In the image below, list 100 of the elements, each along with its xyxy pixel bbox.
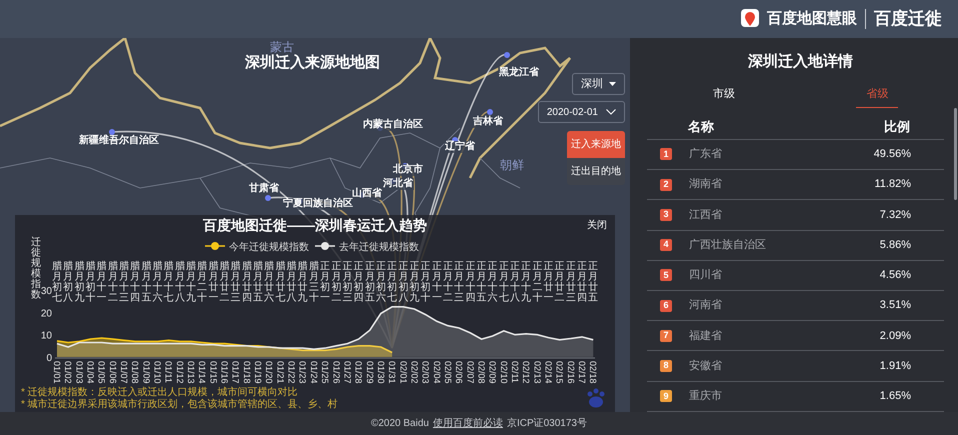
- lunar-date-label: 正月十四: [465, 261, 476, 304]
- chart-title: 百度地图迁徙——深圳春运迁入趋势: [203, 216, 427, 234]
- date-select[interactable]: 2020-02-01: [538, 101, 625, 123]
- paw-logo-icon: [585, 388, 607, 408]
- table-cell-text: 江西省: [689, 208, 722, 223]
- table-cell-text: 49.56%: [874, 147, 911, 162]
- table-cell-text: 广东省: [689, 146, 722, 162]
- table-cell-text: 安徽省: [689, 358, 722, 374]
- table-cell-text: 1.65%: [880, 389, 911, 404]
- map-pin-icon: [741, 9, 759, 29]
- lunar-date-label: 正月十五: [476, 261, 486, 304]
- lunar-date-label: 正月初九: [409, 261, 420, 304]
- lunar-date-label: 腊月十七: [164, 261, 174, 304]
- axis-tick-label: 01/14: [197, 361, 208, 384]
- lunar-date-label: 腊月二十: [197, 261, 208, 304]
- lunar-date-label: 正月廿二: [554, 261, 565, 304]
- table-cell-text: 四川省: [689, 268, 722, 284]
- lunar-date-label: 正月初七: [387, 261, 398, 304]
- caret-icon: [609, 82, 616, 86]
- axis-tick-label: 01/01: [52, 361, 62, 384]
- axis-tick-label: 01/16: [220, 361, 230, 384]
- axis-tick-label: 01/17: [230, 361, 241, 384]
- lunar-date-label: 腊月十八: [174, 261, 185, 304]
- lunar-date-label: 腊月初十: [86, 261, 96, 304]
- axis-tick-label: 02/11: [510, 361, 520, 383]
- lunar-date-label: 正月廿四: [577, 261, 587, 304]
- column-header: 名称: [688, 118, 714, 136]
- lunar-date-label: 正月初二: [331, 261, 342, 304]
- lunar-date-label: 正月十二: [442, 261, 453, 304]
- axis-tick-label: 01/12: [174, 361, 185, 384]
- axis-tick-label: 01/03: [74, 361, 84, 384]
- axis-tick-label: 01/20: [264, 361, 274, 384]
- axis-tick-label: 20: [40, 308, 52, 320]
- axis-tick-label: 01/13: [186, 361, 196, 384]
- legend-label: 今年迁徙规模指数: [229, 241, 309, 253]
- axis-tick-label: 02/13: [532, 361, 542, 384]
- level-tab[interactable]: 省级: [800, 86, 954, 114]
- rank-badge: 6: [660, 300, 672, 312]
- table-cell-text: 3.51%: [880, 298, 911, 314]
- lunar-date-label: 腊月十一: [96, 261, 107, 304]
- lunar-date-label: 腊月廿八: [286, 261, 297, 304]
- axis-tick-label: 02/10: [498, 361, 509, 384]
- axis-tick-label: 02/06: [454, 361, 464, 384]
- level-tab[interactable]: 市级: [647, 86, 800, 114]
- lunar-date-label: 腊月十三: [119, 261, 130, 304]
- lunar-date-label: 腊月廿三: [230, 261, 241, 304]
- axis-tick-label: 01/11: [164, 361, 174, 383]
- axis-tick-label: 01/21: [275, 361, 286, 384]
- place-label: 辽宁省: [444, 141, 476, 153]
- axis-tick-label: 02/02: [409, 361, 420, 384]
- axis-tick-label: 01/07: [119, 361, 130, 384]
- rank-badge: 2: [660, 178, 672, 191]
- axis-tick-label: 01/19: [253, 361, 264, 384]
- table-cell-text: 11.82%: [874, 177, 911, 192]
- lunar-date-label: 正月初一: [320, 261, 330, 304]
- city-select[interactable]: 深圳: [572, 73, 625, 95]
- lunar-date-label: 正月二十: [532, 261, 542, 304]
- mode-button[interactable]: 迁出目的地: [567, 158, 625, 185]
- table-cell-text: 福建省: [689, 328, 722, 344]
- lunar-date-label: 腊月廿六: [264, 261, 274, 304]
- axis-tick-label: 01/06: [108, 361, 118, 384]
- lunar-date-label: 腊月廿七: [275, 261, 286, 304]
- rank-badge: 7: [660, 330, 672, 342]
- lunar-date-label: 正月十七: [498, 261, 509, 304]
- lunar-date-label: 正月廿一: [543, 261, 554, 304]
- axis-tick-label: 01/18: [242, 361, 252, 384]
- axis-title: 迁徙规模指数: [31, 237, 41, 300]
- lunar-date-label: 正月初八: [398, 261, 408, 304]
- axis-tick-label: 01/30: [376, 361, 386, 384]
- axis-tick-label: 01/08: [130, 361, 140, 384]
- legend-label: 去年迁徙规模指数: [339, 241, 419, 253]
- place-label: 黑龙江省: [498, 67, 540, 79]
- rank-badge: 3: [660, 208, 672, 221]
- axis-tick-label: 02/05: [442, 361, 453, 384]
- lunar-date-label: 正月十九: [521, 261, 532, 304]
- lunar-date-label: 腊月廿五: [253, 261, 264, 304]
- axis-tick-label: 02/03: [420, 361, 431, 384]
- table-cell-text: 5.86%: [880, 238, 911, 253]
- table-cell-text: 河南省: [689, 298, 722, 314]
- copyright-text: ©2020 Baidu: [370, 417, 429, 431]
- axis-tick-label: 01/26: [331, 361, 342, 384]
- axis-tick-label: 02/12: [521, 361, 532, 384]
- terms-link[interactable]: 使用百度前必读: [432, 416, 503, 431]
- map-title: 深圳迁入来源地地图: [245, 53, 380, 73]
- axis-tick-label: 01/10: [152, 361, 163, 384]
- close-button[interactable]: 关闭: [587, 218, 607, 233]
- lunar-date-label: 腊月初九: [74, 261, 84, 304]
- place-label: 内蒙古自治区: [362, 119, 424, 131]
- place-label: 朝鲜: [500, 157, 524, 174]
- axis-tick-label: 01/22: [286, 361, 297, 384]
- axis-tick-label: 02/15: [554, 361, 565, 384]
- axis-tick-label: 02/09: [488, 361, 498, 384]
- lunar-date-label: 腊月十五: [141, 261, 152, 304]
- mode-button[interactable]: 迁入来源地: [567, 131, 625, 158]
- lunar-date-label: 正月初六: [376, 261, 386, 304]
- axis-tick-label: 02/18: [588, 361, 598, 384]
- table-cell-text: 湖南省: [689, 177, 722, 192]
- axis-tick-label: 01/04: [86, 361, 96, 384]
- axis-tick-label: 01/28: [354, 361, 364, 384]
- license-text: 京ICP证030173号: [506, 416, 587, 431]
